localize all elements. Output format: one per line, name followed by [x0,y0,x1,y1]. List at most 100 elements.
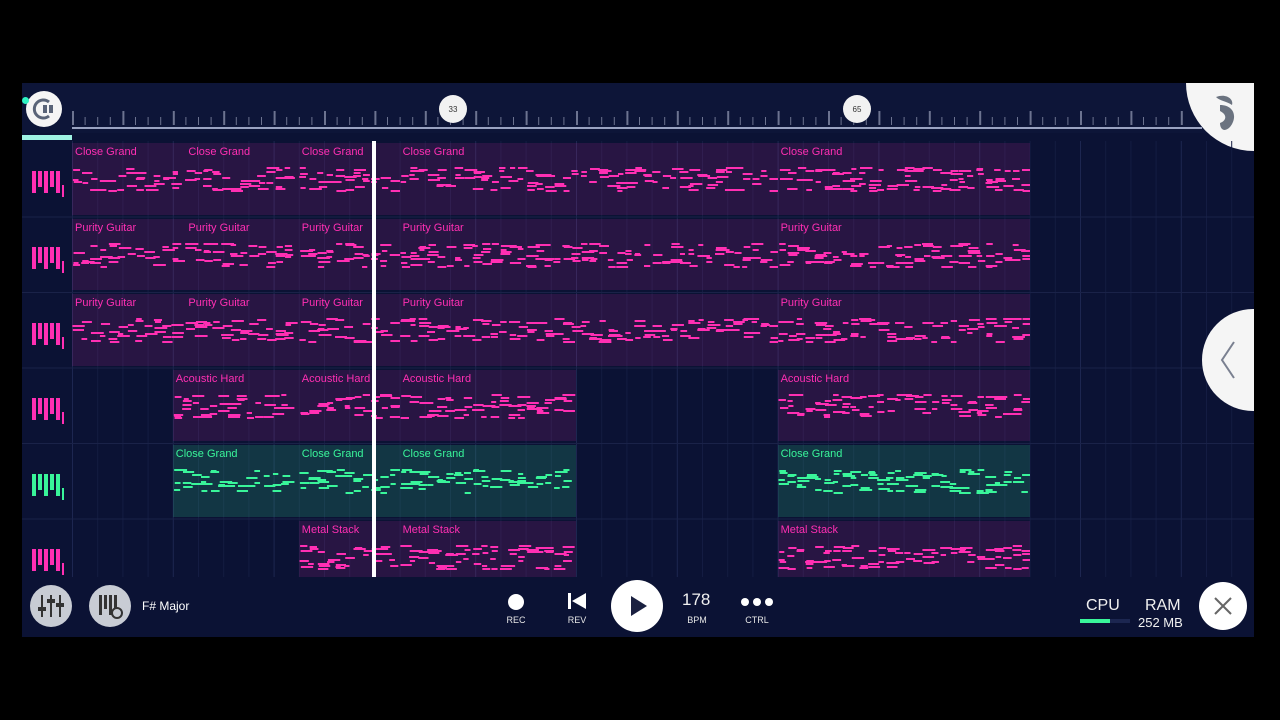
timeline-ruler[interactable]: 33 65 [22,83,1254,151]
ruler-tick [903,117,905,125]
pattern-notes [72,168,182,192]
pattern-notes [173,393,295,419]
pattern-label: Close Grand [301,146,364,158]
ruler-tick [1092,117,1094,125]
record-button[interactable] [508,594,524,610]
pattern-notes [299,167,400,192]
ruler-tick [135,117,136,125]
ruler-tick [1042,117,1044,125]
ruler-tick [160,117,162,125]
ruler-tick [97,117,99,125]
ruler-tick [198,117,199,125]
pattern-label: Purity Guitar [402,297,464,309]
ruler-tick [828,111,830,125]
ruler-tick [664,117,666,125]
pattern-clip[interactable]: Purity Guitar [777,294,1030,366]
pattern-clip[interactable]: Close Grand [399,143,778,215]
ruler-tick [702,117,703,125]
pattern-notes [779,167,1030,192]
tempo-value[interactable]: 178 [682,590,710,610]
piano-settings-button[interactable] [89,585,131,627]
ruler-tick [639,117,640,125]
ruler-tick [1168,117,1170,125]
bar-marker-65[interactable]: 65 [843,95,871,123]
mixer-sliders-icon [38,595,64,617]
pattern-notes [399,318,778,343]
ruler-tick [815,117,817,125]
play-button[interactable] [611,580,663,632]
ruler-tick [235,117,237,125]
pattern-clip[interactable]: Acoustic Hard [298,369,400,441]
close-icon [1214,597,1232,615]
close-button[interactable] [1199,582,1247,630]
pattern-clip[interactable]: Purity Guitar [185,218,299,290]
ruler-ticks [72,111,1202,129]
pattern-notes [300,393,400,419]
pattern-clip[interactable]: Purity Guitar [72,294,186,366]
ruler-baseline [72,127,1202,129]
pattern-clip[interactable]: Purity Guitar [298,218,400,290]
ruler-tick [1105,117,1107,125]
loop-button[interactable] [26,91,62,127]
pattern-label: Close Grand [75,146,137,158]
pattern-notes [173,469,295,492]
pattern-label: Purity Guitar [188,297,250,309]
bar-marker-33[interactable]: 33 [439,95,467,123]
pattern-clip[interactable]: Close Grand [172,445,299,517]
ram-label: RAM [1145,597,1181,614]
pattern-notes [299,318,400,343]
pattern-clip[interactable]: Purity Guitar [399,218,778,290]
playlist-window: 33 65 Close Grand Close Grand Close Grand C… [22,83,1254,637]
ruler-tick [752,117,754,125]
pattern-notes [399,242,778,268]
pattern-notes [399,469,572,494]
ruler-tick [500,117,502,125]
play-icon [631,596,647,616]
pattern-clip[interactable]: Acoustic Hard [777,369,1030,441]
rewind-button[interactable] [567,591,587,611]
mixer-button[interactable] [30,585,72,627]
pattern-clip[interactable]: Acoustic Hard [172,369,299,441]
pattern-clip[interactable]: Close Grand [298,143,400,215]
pattern-clip[interactable]: Close Grand [399,445,576,517]
ruler-tick [261,117,262,125]
pattern-label: Close Grand [402,448,465,460]
pattern-clip[interactable]: Purity Guitar [298,294,400,366]
pattern-label: Acoustic Hard [175,372,245,385]
ruler-tick [84,117,86,125]
pattern-clip[interactable]: Close Grand [185,143,299,215]
pattern-clip[interactable]: Purity Guitar [777,218,1030,290]
playlist-tracks[interactable]: Close Grand Close Grand Close Grand Close G… [22,141,1254,592]
pattern-clip[interactable]: Close Grand [777,143,1030,215]
pattern-clip[interactable]: Close Grand [72,143,186,215]
ruler-tick [349,117,351,125]
pattern-label: Purity Guitar [75,297,137,309]
pattern-clip[interactable]: Purity Guitar [185,294,299,366]
ruler-tick [727,111,730,125]
pattern-clip[interactable]: Acoustic Hard [399,369,576,441]
pattern-clip[interactable]: Close Grand [298,445,400,517]
pattern-label: Purity Guitar [780,221,842,234]
pattern-clip[interactable]: Purity Guitar [399,294,778,366]
pattern-clip[interactable]: Close Grand [777,445,1030,517]
scale-label[interactable]: F# Major [142,599,189,613]
rec-label: REC [506,615,526,625]
loop-range-bar[interactable] [22,135,72,140]
ruler-tick [1130,111,1133,125]
ruler-tick [916,117,918,125]
ruler-tick [387,117,388,125]
ruler-tick [298,117,300,125]
pattern-label: Purity Guitar [75,221,137,234]
ctrl-label: CTRL [745,615,769,625]
playhead[interactable] [372,141,377,577]
ruler-tick [513,117,514,125]
pattern-label: Close Grand [188,146,251,158]
ruler-tick [878,111,881,125]
ruler-tick [361,117,363,125]
ruler-tick [1180,111,1183,125]
control-button[interactable] [740,595,774,607]
ruler-tick [324,111,326,125]
pattern-clip[interactable]: Purity Guitar [72,218,186,290]
pattern-label: Close Grand [780,448,843,460]
pattern-notes [73,242,186,268]
